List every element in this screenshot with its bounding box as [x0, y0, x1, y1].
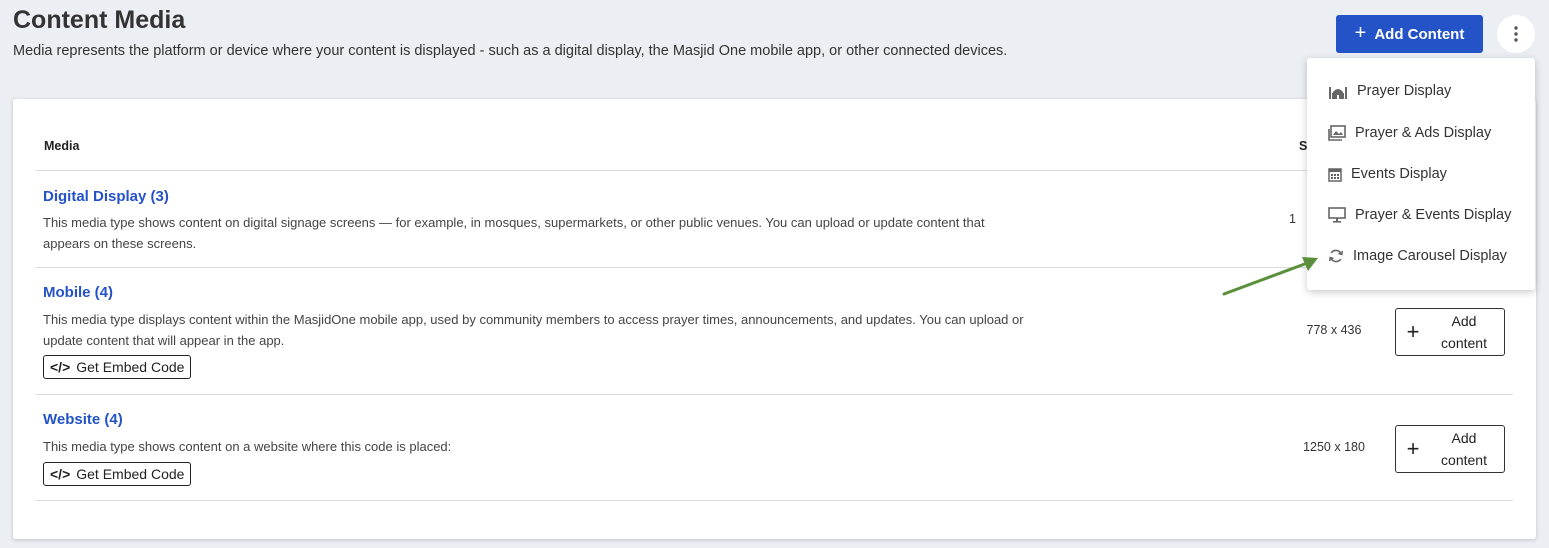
more-options-button[interactable]: [1497, 15, 1535, 53]
add-content-button-website[interactable]: + Add content: [1395, 425, 1505, 473]
add-content-button-mobile[interactable]: + Add content: [1395, 308, 1505, 356]
media-title-digital-display[interactable]: Digital Display (3): [43, 188, 169, 205]
menu-item-label: Prayer & Ads Display: [1355, 125, 1492, 141]
media-title-website[interactable]: Website (4): [43, 411, 123, 428]
kebab-icon: [1514, 26, 1518, 42]
plus-icon: +: [1354, 22, 1367, 44]
menu-item-image-carousel-display[interactable]: Image Carousel Display: [1307, 239, 1535, 273]
code-icon: </>: [50, 466, 71, 482]
add-content-dropdown-menu: Prayer Display Prayer & Ads Display Even…: [1307, 58, 1535, 290]
row-divider: [36, 394, 1513, 395]
page-title: Content Media: [13, 6, 186, 34]
add-content-label: Add content: [1441, 313, 1487, 351]
code-icon: </>: [50, 359, 71, 375]
media-size-mobile: 778 x 436: [1306, 323, 1362, 337]
images-icon: [1328, 125, 1346, 141]
plus-icon: +: [1406, 319, 1420, 344]
media-description-digital-display: This media type shows content on digital…: [43, 215, 985, 251]
row-divider: [36, 170, 1513, 171]
menu-item-label: Image Carousel Display: [1353, 248, 1507, 264]
media-description-website: This media type shows content on a websi…: [43, 439, 452, 454]
embed-label: Get Embed Code: [76, 359, 185, 375]
menu-item-prayer-events-display[interactable]: Prayer & Events Display: [1307, 198, 1535, 232]
get-embed-code-button-mobile[interactable]: </> Get Embed Code: [43, 355, 192, 379]
annotation-arrow: [1222, 257, 1318, 296]
add-content-label: Add Content: [1374, 25, 1465, 43]
menu-item-events-display[interactable]: Events Display: [1307, 157, 1535, 191]
menu-item-prayer-ads-display[interactable]: Prayer & Ads Display: [1307, 116, 1535, 150]
calendar-icon: [1328, 167, 1342, 182]
monitor-icon: [1328, 207, 1346, 223]
menu-item-label: Prayer Display: [1357, 83, 1452, 99]
add-content-label: Add content: [1441, 430, 1487, 468]
media-description-mobile: This media type displays content within …: [43, 312, 1024, 348]
page-subtitle: Media represents the platform or device …: [13, 43, 1008, 59]
media-size-website: 1250 x 180: [1303, 440, 1365, 454]
plus-icon: +: [1406, 436, 1420, 461]
media-title-mobile[interactable]: Mobile (4): [43, 284, 113, 301]
menu-item-label: Prayer & Events Display: [1355, 207, 1512, 223]
menu-item-label: Events Display: [1351, 166, 1447, 182]
refresh-icon: [1329, 249, 1343, 263]
column-header-media: Media: [44, 139, 80, 153]
add-content-button[interactable]: + Add Content: [1336, 15, 1483, 53]
mosque-icon: [1329, 87, 1347, 99]
menu-item-prayer-display[interactable]: Prayer Display: [1307, 74, 1535, 108]
row-divider: [36, 500, 1513, 501]
get-embed-code-button-website[interactable]: </> Get Embed Code: [43, 462, 192, 486]
embed-label: Get Embed Code: [76, 466, 185, 482]
